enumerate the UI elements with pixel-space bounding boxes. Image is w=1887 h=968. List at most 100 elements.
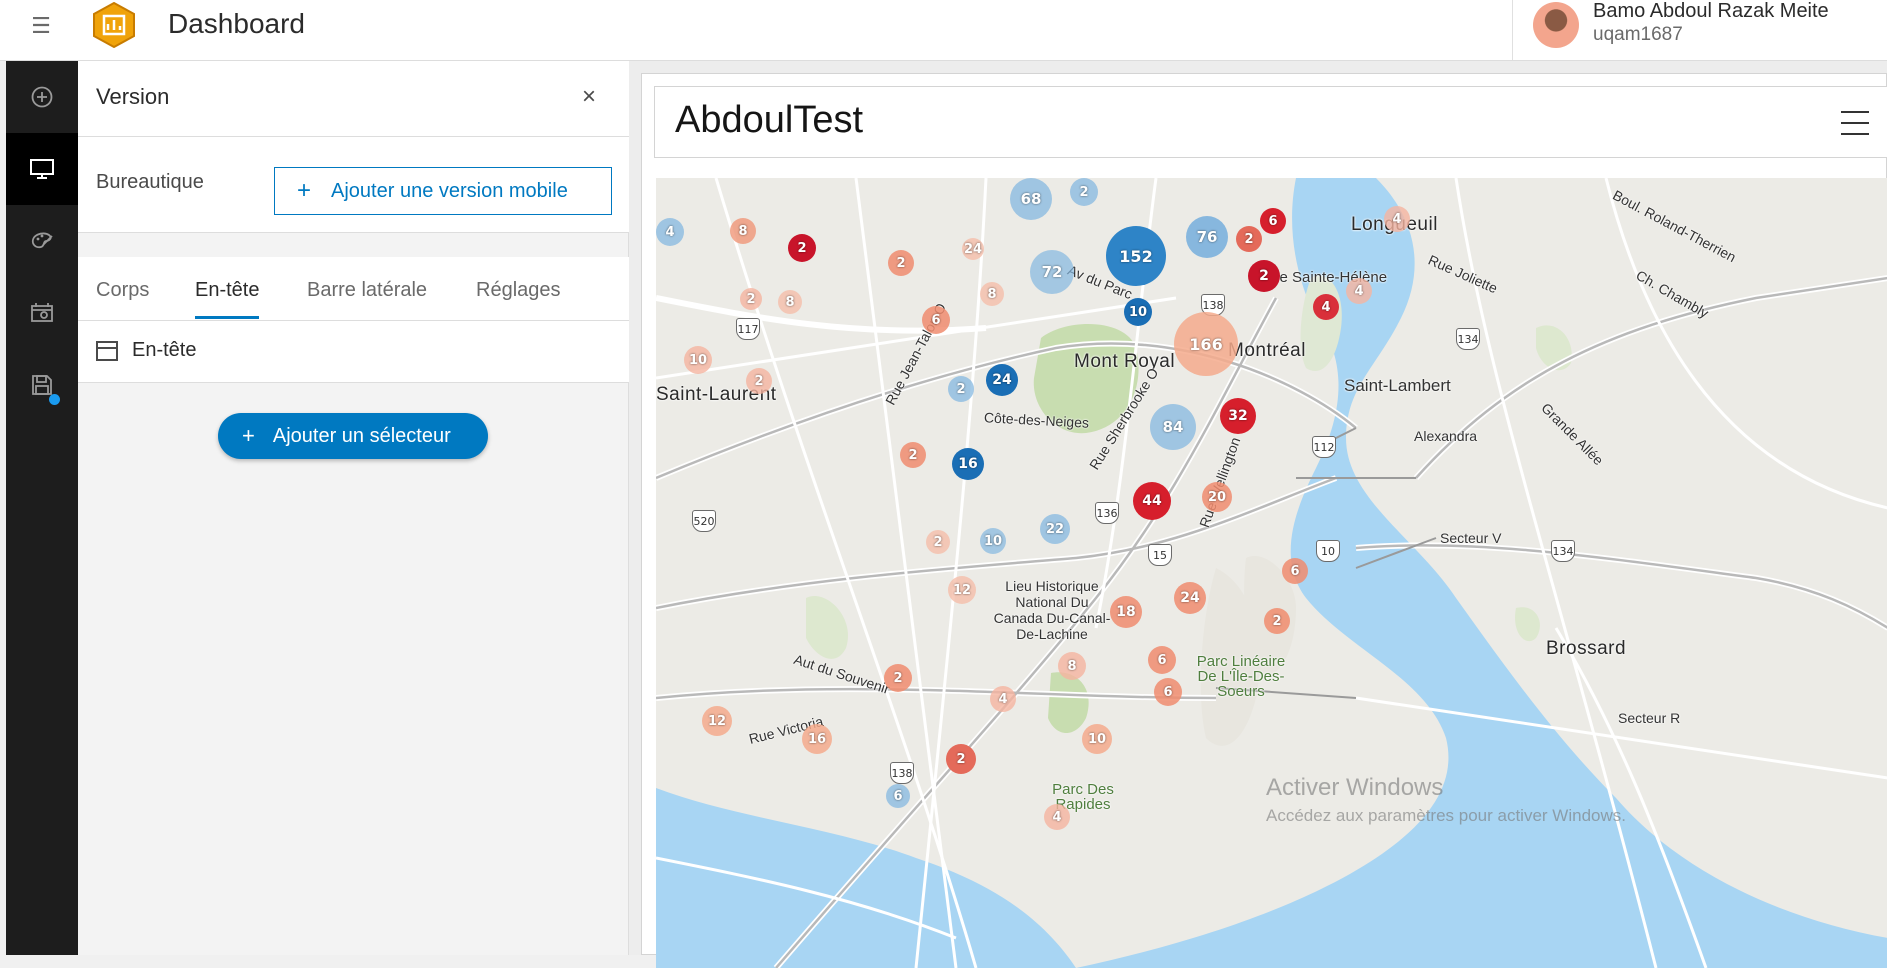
cluster-marker[interactable]: 2 [926, 530, 950, 554]
cluster-marker[interactable]: 16 [952, 448, 984, 480]
place-label: Lieu Historique National Du Canada Du-Ca… [993, 578, 1111, 642]
cluster-marker[interactable]: 4 [1384, 206, 1410, 232]
cluster-marker[interactable]: 24 [1174, 582, 1206, 614]
window-header-icon [96, 341, 118, 361]
highway-shield-icon: 15 [1148, 544, 1172, 566]
cluster-marker[interactable]: 4 [1313, 294, 1339, 320]
dashboard-menu-icon[interactable] [1841, 111, 1869, 135]
map-basemap [656, 178, 1887, 968]
tab-barre-laterale[interactable]: Barre latérale [307, 279, 427, 316]
cluster-marker[interactable]: 22 [1040, 514, 1070, 544]
cluster-marker[interactable]: 8 [778, 290, 802, 314]
highway-shield-icon: 112 [1312, 436, 1336, 458]
cluster-marker[interactable]: 4 [656, 218, 684, 246]
windows-activation-subtitle: Accédez aux paramètres pour activer Wind… [1266, 806, 1626, 825]
cluster-marker[interactable]: 2 [884, 664, 912, 692]
cluster-marker[interactable]: 4 [1044, 804, 1070, 830]
cluster-marker[interactable]: 76 [1186, 216, 1228, 258]
cluster-marker[interactable]: 166 [1174, 312, 1238, 376]
unsaved-changes-dot [49, 394, 60, 405]
header-element-item[interactable]: En-tête [78, 321, 629, 383]
add-mobile-version-label: Ajouter une version mobile [331, 179, 568, 202]
cluster-marker[interactable]: 6 [886, 784, 910, 808]
close-icon[interactable]: × [582, 85, 596, 109]
cluster-marker[interactable]: 6 [1148, 646, 1176, 674]
cluster-marker[interactable]: 10 [980, 528, 1006, 554]
desktop-icon [30, 159, 54, 179]
save-icon [32, 375, 52, 395]
avatar[interactable] [1533, 2, 1579, 48]
rail-save[interactable] [6, 349, 78, 421]
add-selector-button[interactable]: + Ajouter un sélecteur [218, 413, 488, 459]
cluster-marker[interactable]: 12 [948, 576, 976, 604]
tab-corps[interactable]: Corps [96, 279, 149, 316]
cluster-marker[interactable]: 6 [922, 306, 950, 334]
add-selector-label: Ajouter un sélecteur [272, 424, 451, 447]
cluster-marker[interactable]: 2 [788, 234, 816, 262]
cluster-marker[interactable]: 2 [740, 288, 762, 310]
dashboard-title: AbdoulTest [675, 99, 864, 141]
add-mobile-version-button[interactable]: + Ajouter une version mobile [274, 167, 612, 215]
place-label: Mont Royal [1074, 351, 1176, 372]
version-panel: Version × Bureautique + Ajouter une vers… [78, 61, 629, 955]
side-rail [6, 61, 78, 955]
cluster-marker[interactable]: 12 [702, 706, 732, 736]
cluster-marker[interactable]: 84 [1150, 404, 1196, 450]
header-element-label: En-tête [132, 339, 197, 361]
place-label: Parc Linéaire De L'Île-Des-Soeurs [1196, 653, 1286, 700]
cluster-marker[interactable]: 2 [888, 250, 914, 276]
cluster-marker[interactable]: 2 [1070, 178, 1098, 206]
cluster-marker[interactable]: 72 [1030, 250, 1074, 294]
plus-icon: + [242, 423, 255, 448]
cluster-marker[interactable]: 2 [948, 376, 974, 402]
cluster-marker[interactable]: 2 [746, 368, 772, 394]
highway-shield-icon: 138 [890, 762, 914, 784]
cluster-marker[interactable]: 10 [684, 346, 712, 374]
cluster-marker[interactable]: 2 [1236, 226, 1262, 252]
cluster-marker[interactable]: 8 [730, 218, 756, 244]
plus-icon: + [297, 177, 312, 204]
cluster-marker[interactable]: 24 [986, 364, 1018, 396]
user-id: uqam1687 [1593, 24, 1683, 45]
cluster-marker[interactable]: 6 [1260, 208, 1286, 234]
cluster-marker[interactable]: 6 [1282, 558, 1308, 584]
panel-title: Version [96, 84, 170, 109]
cluster-marker[interactable]: 8 [980, 282, 1004, 306]
palette-icon [31, 232, 53, 249]
panel-header: Version × [78, 61, 629, 137]
rail-settings[interactable] [6, 277, 78, 349]
tabs-area: Corps En-tête Barre latérale Réglages En… [78, 257, 629, 383]
rail-add-element[interactable] [6, 61, 78, 133]
cluster-marker[interactable]: 4 [1346, 278, 1372, 304]
tab-reglages[interactable]: Réglages [476, 279, 561, 316]
cluster-marker[interactable]: 20 [1202, 482, 1232, 512]
cluster-marker[interactable]: 10 [1124, 298, 1152, 326]
cluster-marker[interactable]: 2 [1248, 260, 1280, 292]
place-label: Secteur R [1618, 710, 1681, 726]
rail-theme[interactable] [6, 205, 78, 277]
cluster-marker[interactable]: 6 [1154, 678, 1182, 706]
menu-icon[interactable]: ☰ [29, 14, 53, 38]
settings-panel-icon [31, 303, 53, 322]
cluster-marker[interactable]: 2 [946, 744, 976, 774]
cluster-marker[interactable]: 8 [1058, 652, 1086, 680]
app-header: ☰ Dashboard Bamo Abdoul Razak Meite uqam… [0, 0, 1887, 61]
tab-en-tete[interactable]: En-tête [195, 279, 260, 319]
rail-layout[interactable] [6, 133, 78, 205]
cluster-marker[interactable]: 32 [1220, 398, 1256, 434]
add-circle-icon [31, 86, 53, 108]
map-widget[interactable]: Longueuil Île Sainte-Hélène Mont Royal M… [656, 178, 1887, 968]
highway-shield-icon: 10 [1316, 540, 1340, 562]
cluster-marker[interactable]: 44 [1133, 482, 1171, 520]
cluster-marker[interactable]: 16 [802, 724, 832, 754]
cluster-marker[interactable]: 10 [1082, 724, 1112, 754]
cluster-marker[interactable]: 4 [990, 686, 1016, 712]
cluster-marker[interactable]: 18 [1110, 596, 1142, 628]
cluster-marker[interactable]: 152 [1106, 226, 1166, 286]
cluster-marker[interactable]: 2 [1264, 608, 1290, 634]
cluster-marker[interactable]: 24 [962, 238, 984, 260]
cluster-marker[interactable]: 2 [900, 442, 926, 468]
dashboard-header[interactable]: AbdoulTest [654, 86, 1887, 158]
cluster-marker[interactable]: 68 [1010, 178, 1052, 220]
user-menu[interactable]: Bamo Abdoul Razak Meite uqam1687 [1512, 0, 1887, 60]
